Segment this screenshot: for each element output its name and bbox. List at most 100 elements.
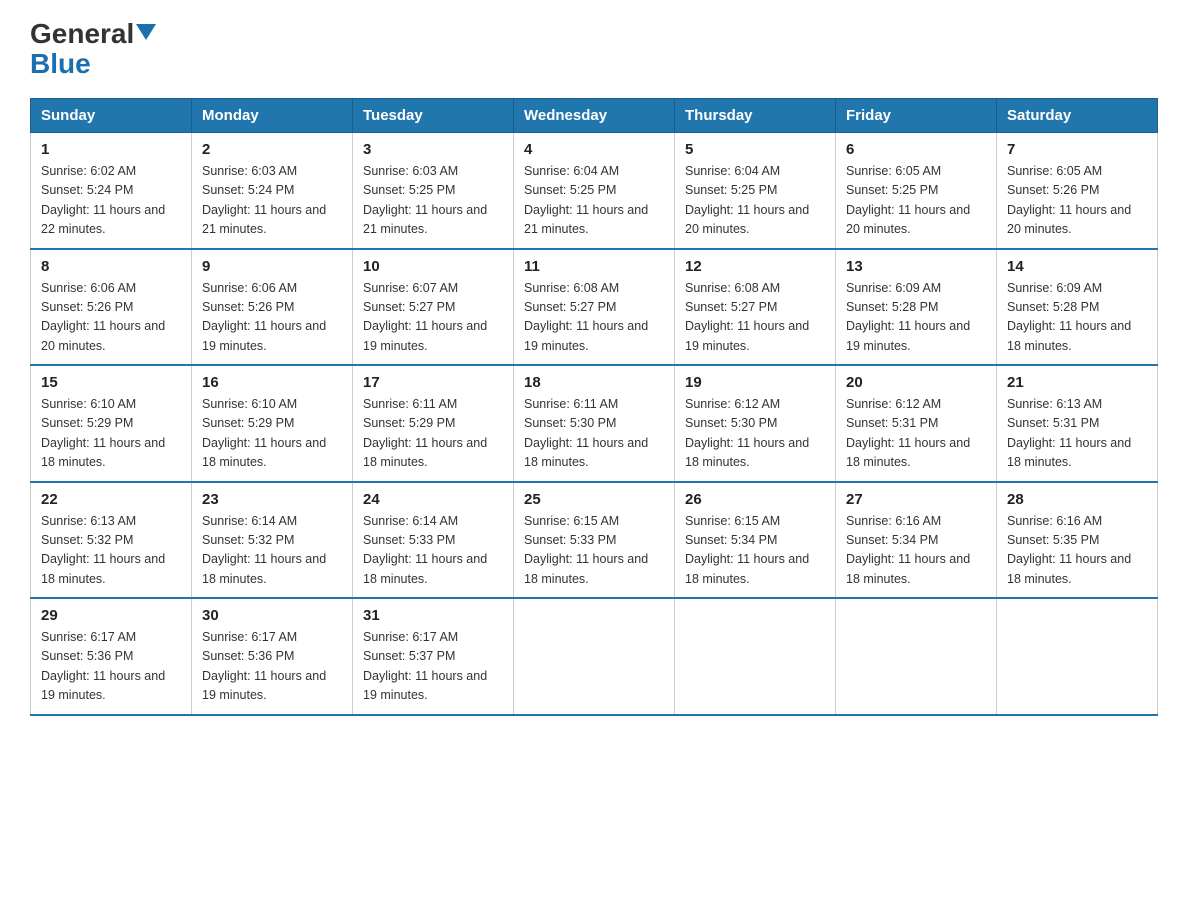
day-number: 8 bbox=[41, 258, 181, 275]
day-header-sunday: Sunday bbox=[31, 99, 192, 133]
day-number: 1 bbox=[41, 141, 181, 158]
calendar-cell: 27 Sunrise: 6:16 AMSunset: 5:34 PMDayligh… bbox=[836, 482, 997, 599]
calendar-cell: 30 Sunrise: 6:17 AMSunset: 5:36 PMDayligh… bbox=[192, 598, 353, 715]
day-number: 17 bbox=[363, 374, 503, 391]
day-info: Sunrise: 6:17 AMSunset: 5:36 PMDaylight:… bbox=[41, 628, 181, 706]
day-number: 30 bbox=[202, 607, 342, 624]
day-number: 22 bbox=[41, 491, 181, 508]
week-row-2: 8 Sunrise: 6:06 AMSunset: 5:26 PMDaylight… bbox=[31, 249, 1158, 366]
day-number: 9 bbox=[202, 258, 342, 275]
day-number: 6 bbox=[846, 141, 986, 158]
day-info: Sunrise: 6:03 AMSunset: 5:24 PMDaylight:… bbox=[202, 162, 342, 240]
day-info: Sunrise: 6:12 AMSunset: 5:30 PMDaylight:… bbox=[685, 395, 825, 473]
day-info: Sunrise: 6:11 AMSunset: 5:30 PMDaylight:… bbox=[524, 395, 664, 473]
week-row-1: 1Sunrise: 6:02 AMSunset: 5:24 PMDaylight… bbox=[31, 133, 1158, 249]
day-number: 13 bbox=[846, 258, 986, 275]
day-number: 3 bbox=[363, 141, 503, 158]
week-row-3: 15 Sunrise: 6:10 AMSunset: 5:29 PMDayligh… bbox=[31, 365, 1158, 482]
calendar-cell bbox=[997, 598, 1158, 715]
day-info: Sunrise: 6:08 AMSunset: 5:27 PMDaylight:… bbox=[524, 279, 664, 357]
calendar-cell: 4Sunrise: 6:04 AMSunset: 5:25 PMDaylight… bbox=[514, 133, 675, 249]
day-header-tuesday: Tuesday bbox=[353, 99, 514, 133]
day-number: 31 bbox=[363, 607, 503, 624]
day-info: Sunrise: 6:10 AMSunset: 5:29 PMDaylight:… bbox=[41, 395, 181, 473]
day-header-monday: Monday bbox=[192, 99, 353, 133]
day-info: Sunrise: 6:17 AMSunset: 5:36 PMDaylight:… bbox=[202, 628, 342, 706]
day-number: 15 bbox=[41, 374, 181, 391]
day-info: Sunrise: 6:16 AMSunset: 5:35 PMDaylight:… bbox=[1007, 512, 1147, 590]
day-info: Sunrise: 6:09 AMSunset: 5:28 PMDaylight:… bbox=[1007, 279, 1147, 357]
day-info: Sunrise: 6:15 AMSunset: 5:34 PMDaylight:… bbox=[685, 512, 825, 590]
day-info: Sunrise: 6:16 AMSunset: 5:34 PMDaylight:… bbox=[846, 512, 986, 590]
day-number: 24 bbox=[363, 491, 503, 508]
day-info: Sunrise: 6:06 AMSunset: 5:26 PMDaylight:… bbox=[41, 279, 181, 357]
day-number: 2 bbox=[202, 141, 342, 158]
day-info: Sunrise: 6:15 AMSunset: 5:33 PMDaylight:… bbox=[524, 512, 664, 590]
day-header-saturday: Saturday bbox=[997, 99, 1158, 133]
calendar-cell: 9 Sunrise: 6:06 AMSunset: 5:26 PMDaylight… bbox=[192, 249, 353, 366]
day-info: Sunrise: 6:04 AMSunset: 5:25 PMDaylight:… bbox=[685, 162, 825, 240]
calendar-cell: 10 Sunrise: 6:07 AMSunset: 5:27 PMDayligh… bbox=[353, 249, 514, 366]
day-number: 26 bbox=[685, 491, 825, 508]
day-number: 14 bbox=[1007, 258, 1147, 275]
calendar-cell bbox=[514, 598, 675, 715]
calendar-cell: 12Sunrise: 6:08 AMSunset: 5:27 PMDayligh… bbox=[675, 249, 836, 366]
calendar-cell: 28 Sunrise: 6:16 AMSunset: 5:35 PMDayligh… bbox=[997, 482, 1158, 599]
day-number: 21 bbox=[1007, 374, 1147, 391]
day-info: Sunrise: 6:08 AMSunset: 5:27 PMDaylight:… bbox=[685, 279, 825, 357]
calendar-table: SundayMondayTuesdayWednesdayThursdayFrid… bbox=[30, 98, 1158, 716]
calendar-cell: 29 Sunrise: 6:17 AMSunset: 5:36 PMDayligh… bbox=[31, 598, 192, 715]
calendar-cell: 21 Sunrise: 6:13 AMSunset: 5:31 PMDayligh… bbox=[997, 365, 1158, 482]
day-number: 5 bbox=[685, 141, 825, 158]
calendar-cell: 3 Sunrise: 6:03 AMSunset: 5:25 PMDaylight… bbox=[353, 133, 514, 249]
day-info: Sunrise: 6:07 AMSunset: 5:27 PMDaylight:… bbox=[363, 279, 503, 357]
calendar-cell bbox=[675, 598, 836, 715]
day-number: 28 bbox=[1007, 491, 1147, 508]
day-info: Sunrise: 6:13 AMSunset: 5:32 PMDaylight:… bbox=[41, 512, 181, 590]
day-number: 10 bbox=[363, 258, 503, 275]
calendar-cell: 19 Sunrise: 6:12 AMSunset: 5:30 PMDayligh… bbox=[675, 365, 836, 482]
day-number: 20 bbox=[846, 374, 986, 391]
day-header-friday: Friday bbox=[836, 99, 997, 133]
calendar-cell: 8 Sunrise: 6:06 AMSunset: 5:26 PMDaylight… bbox=[31, 249, 192, 366]
page-header: General Blue bbox=[30, 20, 1158, 78]
calendar-cell: 16Sunrise: 6:10 AMSunset: 5:29 PMDayligh… bbox=[192, 365, 353, 482]
calendar-cell: 23 Sunrise: 6:14 AMSunset: 5:32 PMDayligh… bbox=[192, 482, 353, 599]
day-info: Sunrise: 6:05 AMSunset: 5:26 PMDaylight:… bbox=[1007, 162, 1147, 240]
day-info: Sunrise: 6:14 AMSunset: 5:32 PMDaylight:… bbox=[202, 512, 342, 590]
day-info: Sunrise: 6:06 AMSunset: 5:26 PMDaylight:… bbox=[202, 279, 342, 357]
calendar-cell: 6 Sunrise: 6:05 AMSunset: 5:25 PMDaylight… bbox=[836, 133, 997, 249]
day-info: Sunrise: 6:05 AMSunset: 5:25 PMDaylight:… bbox=[846, 162, 986, 240]
day-number: 19 bbox=[685, 374, 825, 391]
calendar-cell: 22 Sunrise: 6:13 AMSunset: 5:32 PMDayligh… bbox=[31, 482, 192, 599]
calendar-cell: 11 Sunrise: 6:08 AMSunset: 5:27 PMDayligh… bbox=[514, 249, 675, 366]
calendar-cell: 7 Sunrise: 6:05 AMSunset: 5:26 PMDaylight… bbox=[997, 133, 1158, 249]
day-info: Sunrise: 6:12 AMSunset: 5:31 PMDaylight:… bbox=[846, 395, 986, 473]
day-info: Sunrise: 6:13 AMSunset: 5:31 PMDaylight:… bbox=[1007, 395, 1147, 473]
week-row-4: 22 Sunrise: 6:13 AMSunset: 5:32 PMDayligh… bbox=[31, 482, 1158, 599]
calendar-cell: 14 Sunrise: 6:09 AMSunset: 5:28 PMDayligh… bbox=[997, 249, 1158, 366]
calendar-cell: 25Sunrise: 6:15 AMSunset: 5:33 PMDayligh… bbox=[514, 482, 675, 599]
calendar-cell: 20 Sunrise: 6:12 AMSunset: 5:31 PMDayligh… bbox=[836, 365, 997, 482]
day-number: 7 bbox=[1007, 141, 1147, 158]
calendar-cell: 2 Sunrise: 6:03 AMSunset: 5:24 PMDaylight… bbox=[192, 133, 353, 249]
calendar-cell: 26 Sunrise: 6:15 AMSunset: 5:34 PMDayligh… bbox=[675, 482, 836, 599]
day-number: 4 bbox=[524, 141, 664, 158]
calendar-cell: 17 Sunrise: 6:11 AMSunset: 5:29 PMDayligh… bbox=[353, 365, 514, 482]
day-info: Sunrise: 6:10 AMSunset: 5:29 PMDaylight:… bbox=[202, 395, 342, 473]
day-number: 29 bbox=[41, 607, 181, 624]
calendar-cell: 1Sunrise: 6:02 AMSunset: 5:24 PMDaylight… bbox=[31, 133, 192, 249]
day-info: Sunrise: 6:09 AMSunset: 5:28 PMDaylight:… bbox=[846, 279, 986, 357]
logo: General Blue bbox=[30, 20, 156, 78]
day-number: 23 bbox=[202, 491, 342, 508]
calendar-cell: 24Sunrise: 6:14 AMSunset: 5:33 PMDayligh… bbox=[353, 482, 514, 599]
logo-blue-text: Blue bbox=[30, 50, 91, 78]
day-number: 11 bbox=[524, 258, 664, 275]
calendar-cell: 5 Sunrise: 6:04 AMSunset: 5:25 PMDaylight… bbox=[675, 133, 836, 249]
day-number: 27 bbox=[846, 491, 986, 508]
day-info: Sunrise: 6:11 AMSunset: 5:29 PMDaylight:… bbox=[363, 395, 503, 473]
calendar-cell: 31Sunrise: 6:17 AMSunset: 5:37 PMDayligh… bbox=[353, 598, 514, 715]
days-header-row: SundayMondayTuesdayWednesdayThursdayFrid… bbox=[31, 99, 1158, 133]
day-info: Sunrise: 6:03 AMSunset: 5:25 PMDaylight:… bbox=[363, 162, 503, 240]
day-header-wednesday: Wednesday bbox=[514, 99, 675, 133]
